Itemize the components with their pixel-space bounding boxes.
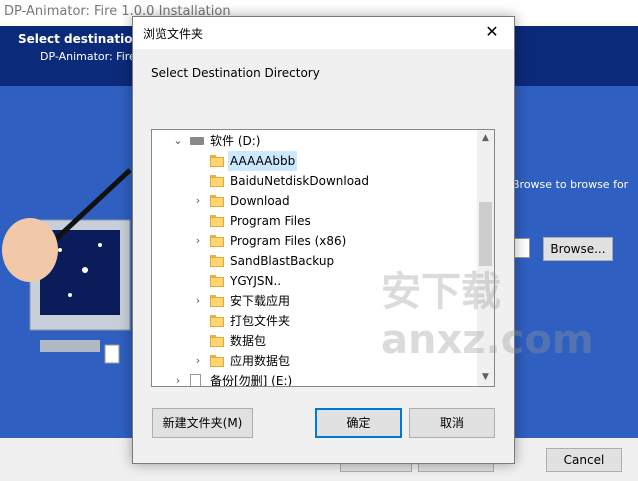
- installer-illustration: [2, 168, 132, 364]
- file-icon: [190, 374, 201, 386]
- tree-item-label: AAAAAbbb: [228, 151, 298, 171]
- scroll-down-icon[interactable]: ▼: [477, 369, 494, 386]
- close-icon[interactable]: ✕: [470, 17, 514, 49]
- tree-folder-item[interactable]: AAAAAbbb: [152, 151, 478, 171]
- expander-placeholder: [192, 271, 204, 291]
- dialog-title: 浏览文件夹: [143, 27, 204, 41]
- tree-item-label: 数据包: [230, 334, 267, 348]
- folder-icon: [210, 355, 224, 367]
- chevron-right-icon[interactable]: ›: [192, 291, 204, 311]
- installer-browse-button[interactable]: Browse...: [543, 237, 613, 261]
- folder-icon: [210, 215, 224, 227]
- tree-folder-item[interactable]: BaiduNetdiskDownload: [152, 171, 478, 191]
- chevron-right-icon[interactable]: ›: [192, 191, 204, 211]
- chevron-down-icon[interactable]: ⌄: [172, 131, 184, 151]
- dialog-body: Select Destination Directory ▲ ▼ ⌄ 软件 (D:…: [133, 49, 594, 463]
- tree-item-label: 软件 (D:): [210, 134, 261, 148]
- expander-placeholder: [192, 331, 204, 351]
- tree-item-label: Download: [230, 194, 290, 208]
- expander-placeholder: [192, 151, 204, 171]
- expander-placeholder: [192, 311, 204, 331]
- chevron-right-icon[interactable]: ›: [192, 351, 204, 371]
- folder-icon: [210, 295, 224, 307]
- folder-icon: [210, 275, 224, 287]
- folder-icon: [210, 335, 224, 347]
- installer-cancel-button[interactable]: Cancel: [546, 448, 622, 472]
- tree-item-label: Program Files (x86): [230, 234, 347, 248]
- tree-folder-item[interactable]: › Download: [152, 191, 478, 211]
- new-folder-button[interactable]: 新建文件夹(M): [152, 408, 253, 438]
- folder-icon: [210, 155, 224, 167]
- drive-item[interactable]: › 备份[勿删] (E:): [152, 371, 478, 387]
- installer-description: Browse to browse for l: [512, 178, 628, 206]
- folder-icon: [210, 315, 224, 327]
- tree-item-label: Program Files: [230, 214, 311, 228]
- tree-item-label: BaiduNetdiskDownload: [230, 174, 370, 188]
- tree-item-label: YGYJSN..: [230, 274, 282, 288]
- tree-folder-item[interactable]: › Program Files (x86): [152, 231, 478, 251]
- folder-icon: [210, 195, 224, 207]
- expander-placeholder: [192, 171, 204, 191]
- chevron-right-icon[interactable]: ›: [172, 371, 184, 386]
- tree-folder-item[interactable]: Program Files: [152, 211, 478, 231]
- tree-item-label: 应用数据包: [230, 354, 291, 368]
- dialog-prompt: Select Destination Directory: [151, 66, 320, 80]
- expander-placeholder: [192, 251, 204, 271]
- installer-path-input[interactable]: [513, 238, 530, 258]
- chevron-right-icon[interactable]: ›: [192, 231, 204, 251]
- drive-item[interactable]: ⌄ 软件 (D:): [152, 131, 478, 151]
- browse-folder-dialog: 浏览文件夹 ✕ Select Destination Directory ▲ ▼…: [132, 16, 594, 464]
- installer-desc-line1: Browse to browse for: [512, 178, 629, 191]
- folder-icon: [210, 235, 224, 247]
- scroll-up-icon[interactable]: ▲: [477, 130, 494, 147]
- tree-item-label: SandBlastBackup: [230, 254, 335, 268]
- folder-icon: [210, 255, 224, 267]
- dialog-titlebar: 浏览文件夹 ✕: [133, 17, 514, 49]
- ok-button[interactable]: 确定: [315, 408, 402, 438]
- tree-item-label: 安下载应用: [230, 294, 291, 308]
- cancel-button[interactable]: 取消: [409, 408, 495, 438]
- scrollbar-thumb[interactable]: [479, 202, 492, 266]
- expander-placeholder: [192, 211, 204, 231]
- drive-icon: [190, 137, 204, 145]
- folder-icon: [210, 175, 224, 187]
- tree-item-label: 备份[勿删] (E:): [210, 374, 293, 387]
- tree-item-label: 打包文件夹: [230, 314, 291, 328]
- watermark: 安下载 anxz.com: [381, 269, 594, 363]
